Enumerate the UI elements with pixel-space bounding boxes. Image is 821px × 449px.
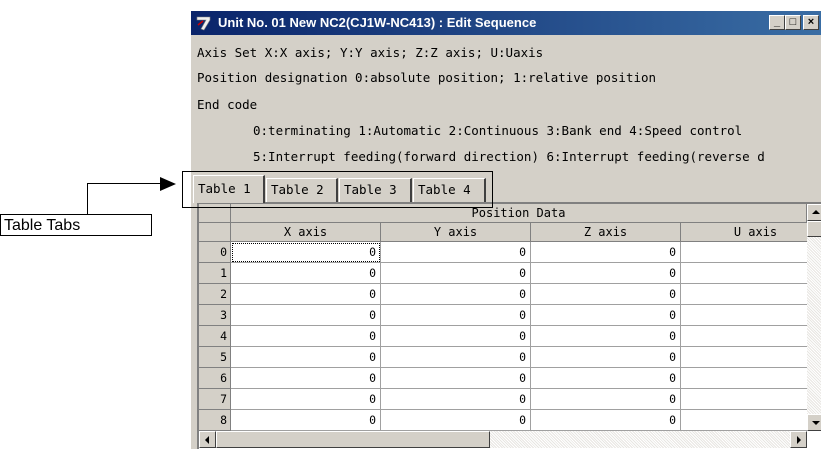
- cell-y-axis[interactable]: 0: [381, 284, 531, 305]
- cell-y-axis[interactable]: 0: [381, 242, 531, 263]
- position-designation-text: Position designation 0:absolute position…: [197, 70, 657, 85]
- callout-line-vertical: [87, 183, 88, 214]
- axis-set-text: Axis Set X:X axis; Y:Y axis; Z:Z axis; U…: [197, 45, 544, 60]
- tab-table-1[interactable]: Table 1: [193, 175, 265, 203]
- scroll-right-arrow-icon: [797, 436, 801, 444]
- cell-y-axis[interactable]: 0: [381, 410, 531, 431]
- cell-z-axis[interactable]: 0: [531, 242, 681, 263]
- scroll-up-button[interactable]: [807, 204, 821, 221]
- minimize-button[interactable]: _: [769, 15, 785, 30]
- cell-z-axis[interactable]: 0: [531, 263, 681, 284]
- cell-y-axis[interactable]: 0: [381, 347, 531, 368]
- edit-sequence-window: Unit No. 01 New NC2(CJ1W-NC413) : Edit S…: [190, 10, 821, 449]
- column-header-x-axis[interactable]: X axis: [231, 223, 381, 242]
- horizontal-scrollbar[interactable]: [199, 431, 807, 448]
- cell-u-axis[interactable]: [681, 389, 821, 410]
- cell-x-axis[interactable]: 0: [231, 410, 381, 431]
- callout-line-horizontal: [87, 183, 161, 184]
- cell-x-axis[interactable]: 0: [231, 242, 381, 263]
- cell-y-axis[interactable]: 0: [381, 263, 531, 284]
- cell-u-axis[interactable]: [681, 368, 821, 389]
- scroll-right-button[interactable]: [790, 431, 807, 448]
- horizontal-scroll-thumb[interactable]: [216, 431, 490, 448]
- row-header[interactable]: 3: [199, 305, 231, 326]
- cell-x-axis[interactable]: 0: [231, 305, 381, 326]
- scroll-down-button[interactable]: [807, 414, 821, 431]
- end-code-line-1: 0:terminating 1:Automatic 2:Continuous 3…: [253, 123, 743, 138]
- row-header[interactable]: 5: [199, 347, 231, 368]
- table-tabs-callout-label: Table Tabs: [0, 214, 152, 236]
- cell-x-axis[interactable]: 0: [231, 284, 381, 305]
- cell-u-axis[interactable]: [681, 326, 821, 347]
- column-header-z-axis[interactable]: Z axis: [531, 223, 681, 242]
- cell-z-axis[interactable]: 0: [531, 389, 681, 410]
- cell-x-axis[interactable]: 0: [231, 347, 381, 368]
- window-title: Unit No. 01 New NC2(CJ1W-NC413) : Edit S…: [218, 15, 537, 30]
- app-icon: [196, 16, 211, 31]
- cell-u-axis[interactable]: [681, 242, 821, 263]
- cell-x-axis[interactable]: 0: [231, 263, 381, 284]
- row-header[interactable]: 2: [199, 284, 231, 305]
- cell-z-axis[interactable]: 0: [531, 326, 681, 347]
- end-code-line-2: 5:Interrupt feeding(forward direction) 6…: [253, 149, 765, 164]
- row-header[interactable]: 4: [199, 326, 231, 347]
- cell-x-axis[interactable]: 0: [231, 389, 381, 410]
- vertical-scrollbar[interactable]: [807, 204, 821, 431]
- cell-z-axis[interactable]: 0: [531, 347, 681, 368]
- cell-x-axis[interactable]: 0: [231, 368, 381, 389]
- cell-u-axis[interactable]: [681, 410, 821, 431]
- scroll-left-button[interactable]: [199, 431, 216, 448]
- cell-z-axis[interactable]: 0: [531, 284, 681, 305]
- cell-z-axis[interactable]: 0: [531, 305, 681, 326]
- cell-y-axis[interactable]: 0: [381, 326, 531, 347]
- end-code-heading: End code: [197, 97, 258, 112]
- cell-u-axis[interactable]: [681, 263, 821, 284]
- column-header-y-axis[interactable]: Y axis: [381, 223, 531, 242]
- scroll-left-arrow-icon: [205, 436, 209, 444]
- cell-u-axis[interactable]: [681, 347, 821, 368]
- row-header[interactable]: 7: [199, 389, 231, 410]
- row-header[interactable]: 8: [199, 410, 231, 431]
- cell-u-axis[interactable]: [681, 305, 821, 326]
- position-data-grid[interactable]: Position Data X axis Y axis Z axis U axi…: [197, 202, 821, 449]
- cell-y-axis[interactable]: 0: [381, 368, 531, 389]
- row-header-corner: [199, 223, 231, 242]
- scroll-down-arrow-icon: [812, 421, 820, 425]
- cell-z-axis[interactable]: 0: [531, 368, 681, 389]
- callout-arrow-icon: [160, 177, 176, 191]
- row-header[interactable]: 0: [199, 242, 231, 263]
- cell-x-axis[interactable]: 0: [231, 326, 381, 347]
- title-bar[interactable]: Unit No. 01 New NC2(CJ1W-NC413) : Edit S…: [191, 11, 821, 35]
- cell-y-axis[interactable]: 0: [381, 305, 531, 326]
- vertical-scroll-thumb[interactable]: [807, 221, 821, 237]
- row-header[interactable]: 6: [199, 368, 231, 389]
- cell-u-axis[interactable]: [681, 284, 821, 305]
- column-header-u-axis[interactable]: U axis: [681, 223, 821, 242]
- cell-y-axis[interactable]: 0: [381, 389, 531, 410]
- row-header[interactable]: 1: [199, 263, 231, 284]
- maximize-button[interactable]: □: [785, 15, 801, 30]
- cell-z-axis[interactable]: 0: [531, 410, 681, 431]
- close-button[interactable]: ×: [803, 15, 819, 30]
- scroll-up-arrow-icon: [812, 210, 820, 214]
